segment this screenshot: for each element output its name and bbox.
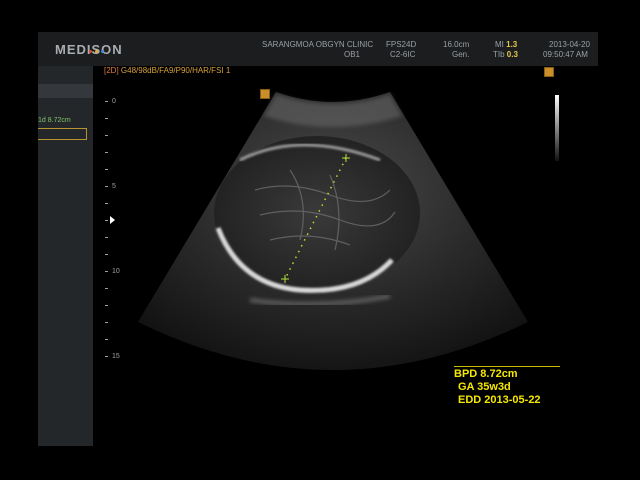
bpd-result: BPD 8.72cm xyxy=(454,368,518,380)
ga-result: GA 35w3d xyxy=(458,381,511,393)
ultrasound-image xyxy=(138,92,528,370)
edd-result: EDD 2013-05-22 xyxy=(458,394,541,406)
result-divider xyxy=(454,366,560,367)
measurement-results: BPD 8.72cm GA 35w3d EDD 2013-05-22 xyxy=(454,368,541,407)
